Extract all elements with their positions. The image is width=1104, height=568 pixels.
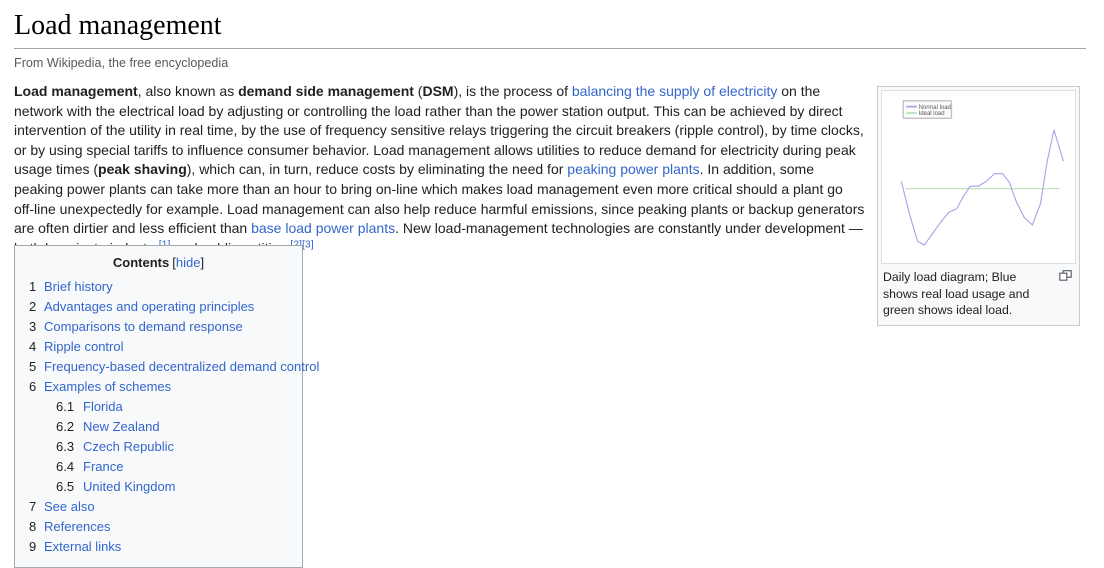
site-tagline: From Wikipedia, the free encyclopedia (14, 56, 229, 70)
lead-text-5: ), which can, in turn, reduce costs by e… (186, 161, 568, 178)
reference-3[interactable]: [3] (302, 238, 314, 250)
toc-item-label[interactable]: United Kingdom (83, 477, 176, 497)
toc-item-see-also[interactable]: 7 See also (29, 497, 288, 517)
toc-item-number: 6.3 (56, 439, 75, 454)
toc-item-label[interactable]: Comparisons to demand response (44, 317, 243, 337)
thumbnail-image[interactable]: Normal load Ideal load (881, 90, 1076, 264)
legend-label-ideal-load: Ideal load (919, 111, 945, 117)
article-header: Load management From Wikipedia, the free… (14, 8, 1086, 73)
toc-toggle-bracket-close: ] (200, 255, 205, 270)
toc-item-label[interactable]: Examples of schemes (44, 377, 171, 397)
toc-heading: Contents [hide] (29, 255, 288, 270)
toc-item-references[interactable]: 8 References (29, 517, 288, 537)
toc-item-ripple-control[interactable]: 4 Ripple control (29, 337, 288, 357)
toc-item-brief-history[interactable]: 1 Brief history (29, 277, 288, 297)
lead-text-1: , also known as (137, 83, 239, 99)
toc-list: 1 Brief history 2 Advantages and operating … (29, 277, 319, 557)
toc-item-label[interactable]: France (83, 457, 123, 477)
link-base-load-power-plants[interactable]: base load power plants (251, 220, 395, 236)
toc-item-united-kingdom[interactable]: 6.5 United Kingdom (29, 477, 288, 497)
term-peak-shaving: peak shaving (98, 161, 187, 178)
toc-heading-label: Contents (112, 255, 170, 270)
toc-item-number: 5 (29, 359, 37, 374)
toc-item-advantages-and-operating-principles[interactable]: 2 Advantages and operating principles (29, 297, 288, 317)
toc-item-label[interactable]: References (44, 517, 110, 537)
toc-item-label[interactable]: Advantages and operating principles (44, 297, 254, 317)
toc-item-label[interactable]: New Zealand (83, 417, 160, 437)
toc-item-number: 2 (29, 299, 37, 314)
toc-item-number: 7 (29, 499, 37, 514)
toc-toggle-link[interactable]: hide (176, 255, 201, 270)
toc-item-label[interactable]: Florida (83, 397, 123, 417)
toc-item-comparisons-to-demand-response[interactable]: 3 Comparisons to demand response (29, 317, 288, 337)
toc-item-examples-of-schemes[interactable]: 6 Examples of schemes (29, 377, 288, 397)
toc-item-number: 6.4 (56, 459, 75, 474)
link-balancing-supply-of-electricity[interactable]: balancing the supply of electricity (572, 83, 777, 99)
page-title: Load management (14, 10, 222, 41)
toc-item-number: 3 (29, 319, 37, 334)
toc-item-number: 6.5 (56, 479, 75, 494)
thumbnail-figure: Normal load Ideal load Daily load diagra… (877, 86, 1080, 326)
term-dsm: DSM (422, 83, 454, 99)
toc-item-label[interactable]: Ripple control (44, 337, 124, 357)
link-peaking-power-plants[interactable]: peaking power plants (567, 161, 699, 177)
toc-item-new-zealand[interactable]: 6.2 New Zealand (29, 417, 288, 437)
toc-item-label[interactable]: Czech Republic (83, 437, 174, 457)
toc-item-label[interactable]: External links (44, 537, 121, 557)
enlarge-icon[interactable] (1059, 270, 1074, 281)
lead-text-3: ), is the process of (453, 83, 572, 99)
toc-toggle[interactable]: [hide] (172, 255, 204, 270)
thumbnail-caption-bar: Daily load diagram; Blue shows real load… (881, 264, 1076, 322)
title-divider (14, 48, 1086, 49)
toc-item-number: 1 (29, 279, 37, 294)
lead-paragraph: Load management, also known as demand si… (14, 82, 866, 258)
toc-item-number: 8 (29, 519, 37, 534)
table-of-contents: Contents [hide] 1 Brief history 2 Advantages… (14, 245, 319, 568)
toc-item-frequency-based-decentralized-demand-control[interactable]: 5 Frequency-based decentralized demand co… (29, 357, 319, 377)
toc-item-france[interactable]: 6.4 France (29, 457, 288, 477)
toc-item-external-links[interactable]: 9 External links (29, 537, 288, 557)
daily-load-diagram-chart: Normal load Ideal load (882, 100, 1075, 263)
series-normal-load (901, 130, 1063, 245)
toc-item-label[interactable]: Frequency-based decentralized demand con… (44, 357, 319, 377)
toc-item-czech-republic[interactable]: 6.3 Czech Republic (29, 437, 288, 457)
term-demand-side-management: demand side management (238, 83, 414, 99)
thumbnail-caption: Daily load diagram; Blue shows real load… (883, 270, 1030, 317)
toc-item-number: 6.2 (56, 419, 75, 434)
toc-item-number: 6.1 (56, 399, 75, 414)
toc-item-florida[interactable]: 6.1 Florida (29, 397, 288, 417)
chart-legend: Normal load Ideal load (902, 100, 953, 120)
legend-label-normal-load: Normal load (919, 105, 951, 111)
toc-item-number: 6 (29, 379, 37, 394)
term-load-management: Load management (14, 83, 138, 99)
toc-item-number: 4 (29, 339, 37, 354)
toc-item-label[interactable]: See also (44, 497, 95, 517)
article-body: Load management, also known as demand si… (14, 82, 866, 258)
toc-item-label[interactable]: Brief history (44, 277, 113, 297)
toc-item-number: 9 (29, 539, 37, 554)
